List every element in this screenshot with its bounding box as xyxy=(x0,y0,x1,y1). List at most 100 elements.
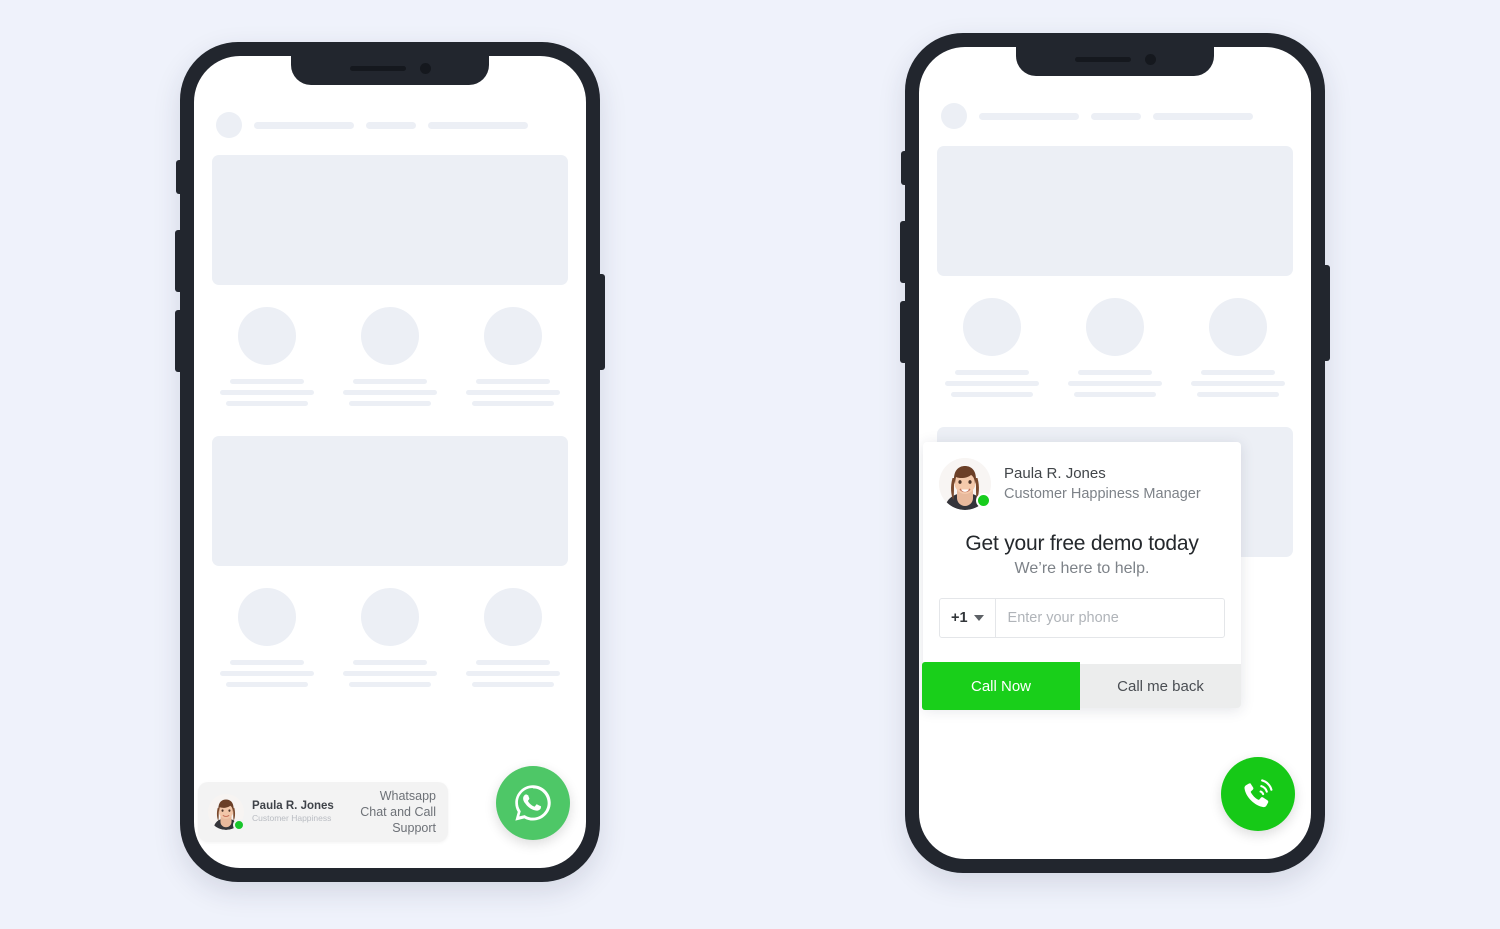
volume-up-button[interactable] xyxy=(175,230,182,292)
chip-cta-text: Whatsapp Chat and Call Support xyxy=(360,788,436,836)
call-me-back-button[interactable]: Call me back xyxy=(1080,664,1241,708)
phone-notch xyxy=(291,56,489,85)
website-skeleton xyxy=(194,56,586,868)
silent-switch[interactable] xyxy=(176,160,182,194)
skeleton-circle xyxy=(1209,298,1267,356)
skeleton-nav-line xyxy=(1091,112,1141,120)
skeleton-circle xyxy=(361,588,419,646)
phone-mockup-callnow: Paula R. Jones Customer Happiness Manage… xyxy=(900,33,1330,873)
skeleton-logo xyxy=(941,103,967,129)
agent-name: Paula R. Jones xyxy=(252,800,334,812)
power-button[interactable] xyxy=(1323,265,1330,361)
skeleton-nav-line xyxy=(428,121,528,129)
phone-number-input[interactable] xyxy=(995,599,1224,637)
avatar xyxy=(208,794,245,831)
skeleton-feature-item xyxy=(1191,298,1285,397)
skeleton-circle xyxy=(238,307,296,365)
skeleton-text-line xyxy=(476,379,550,384)
skeleton-feature-item xyxy=(343,588,437,687)
skeleton-circle xyxy=(484,307,542,365)
skeleton-text-line xyxy=(476,660,550,665)
online-status-dot xyxy=(976,493,991,508)
skeleton-logo xyxy=(216,112,242,138)
skeleton-nav-line xyxy=(366,121,416,129)
agent-name: Paula R. Jones xyxy=(1004,465,1106,483)
skeleton-feature-item xyxy=(220,588,314,687)
page-root: Paula R. Jones Customer Happiness Whatsa… xyxy=(0,0,1500,929)
earpiece-speaker-icon xyxy=(349,66,406,71)
chip-cta-line-3: Support xyxy=(392,821,436,835)
skeleton-nav-line xyxy=(254,121,354,129)
whatsapp-icon xyxy=(515,785,551,821)
volume-down-button[interactable] xyxy=(900,301,907,363)
country-code-value: +1 xyxy=(951,610,968,626)
widget-action-row: Call Now Call me back xyxy=(922,662,1241,710)
skeleton-text-line xyxy=(1201,370,1275,375)
skeleton-text-line xyxy=(220,671,314,676)
skeleton-text-line xyxy=(225,682,309,687)
skeleton-text-line xyxy=(348,401,432,406)
country-code-selector[interactable]: +1 xyxy=(940,599,996,637)
skeleton-text-line xyxy=(343,671,437,676)
phone-mockup-whatsapp: Paula R. Jones Customer Happiness Whatsa… xyxy=(175,42,605,882)
skeleton-feature-item xyxy=(343,307,437,406)
skeleton-text-line xyxy=(225,401,309,406)
skeleton-text-line xyxy=(471,682,555,687)
skeleton-text-line xyxy=(353,379,427,384)
skeleton-feature-row xyxy=(937,298,1293,397)
skeleton-nav-line xyxy=(1153,112,1253,120)
agent-role: Customer Happiness xyxy=(252,813,332,824)
volume-up-button[interactable] xyxy=(900,221,907,283)
skeleton-feature-item xyxy=(1068,298,1162,397)
phone-input-row: +1 xyxy=(939,598,1225,638)
earpiece-speaker-icon xyxy=(1074,57,1131,62)
phone-call-icon xyxy=(1244,779,1273,808)
skeleton-nav-line xyxy=(979,112,1079,120)
skeleton-text-line xyxy=(1191,381,1285,386)
widget-headline: Get your free demo today xyxy=(965,532,1199,555)
skeleton-circle xyxy=(238,588,296,646)
skeleton-circle xyxy=(1086,298,1144,356)
skeleton-text-line xyxy=(466,671,560,676)
skeleton-text-line xyxy=(230,660,304,665)
whatsapp-chat-chip[interactable]: Paula R. Jones Customer Happiness Whatsa… xyxy=(198,782,448,842)
widget-subhead: We’re here to help. xyxy=(1014,560,1150,577)
silent-switch[interactable] xyxy=(901,151,907,185)
volume-down-button[interactable] xyxy=(175,310,182,372)
call-fab-button[interactable] xyxy=(1221,757,1295,831)
skeleton-hero-block xyxy=(212,436,568,566)
skeleton-text-line xyxy=(1078,370,1152,375)
skeleton-feature-item xyxy=(945,298,1039,397)
skeleton-text-line xyxy=(950,392,1034,397)
skeleton-text-line xyxy=(471,401,555,406)
skeleton-text-line xyxy=(1073,392,1157,397)
skeleton-circle xyxy=(484,588,542,646)
skeleton-navbar xyxy=(937,103,1293,129)
skeleton-hero-block xyxy=(212,155,568,285)
widget-agent-header: Paula R. Jones Customer Happiness Manage… xyxy=(923,442,1241,510)
phone-screen: Paula R. Jones Customer Happiness Whatsa… xyxy=(194,56,586,868)
skeleton-text-line xyxy=(1068,381,1162,386)
skeleton-text-line xyxy=(353,660,427,665)
agent-identity: Paula R. Jones Customer Happiness Manage… xyxy=(1004,464,1201,503)
agent-role: Customer Happiness Manager xyxy=(1004,485,1201,502)
skeleton-text-line xyxy=(343,390,437,395)
skeleton-feature-item xyxy=(220,307,314,406)
skeleton-text-line xyxy=(466,390,560,395)
skeleton-text-line xyxy=(1196,392,1280,397)
call-now-button[interactable]: Call Now xyxy=(922,662,1080,710)
skeleton-text-line xyxy=(230,379,304,384)
agent-identity: Paula R. Jones Customer Happiness xyxy=(252,800,334,824)
power-button[interactable] xyxy=(598,274,605,370)
skeleton-hero-block xyxy=(937,146,1293,276)
skeleton-text-line xyxy=(220,390,314,395)
whatsapp-fab-button[interactable] xyxy=(496,766,570,840)
front-camera-icon xyxy=(1144,54,1156,65)
phone-screen: Paula R. Jones Customer Happiness Manage… xyxy=(919,47,1311,859)
skeleton-circle xyxy=(361,307,419,365)
skeleton-text-line xyxy=(945,381,1039,386)
skeleton-text-line xyxy=(348,682,432,687)
front-camera-icon xyxy=(419,63,431,74)
avatar xyxy=(939,458,991,510)
skeleton-circle xyxy=(963,298,1021,356)
